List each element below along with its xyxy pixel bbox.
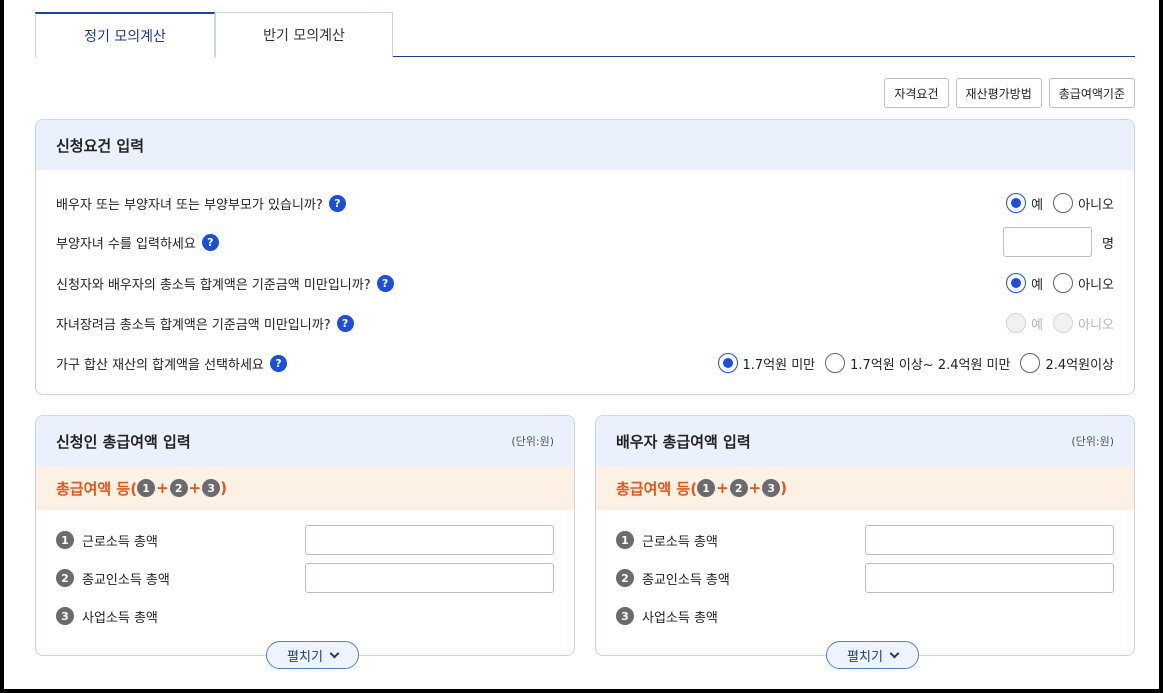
radio-disabled-icon [1006,313,1027,333]
question-row-dependents: 배우자 또는 부양자녀 또는 부양부모가 있습니까? ? 예 아니오 [56,190,1114,216]
radio-property-1-7-to-2-4[interactable]: 1.7억원 이상~ 2.4억원 미만 [825,353,1010,373]
income-row-religious: 2 종교인소득 총액 [616,563,1114,593]
unit-label: (단위:원) [1071,435,1114,448]
labor-income-input[interactable] [865,525,1114,555]
unit-label: (단위:원) [511,435,554,448]
question-label: 배우자 또는 부양자녀 또는 부양부모가 있습니까? [56,197,323,213]
number-1-badge: 1 [697,479,716,497]
radio-no-disabled: 아니오 [1053,313,1114,333]
applicant-income-header: 신청인 총급여액 입력 (단위:원) [36,416,574,466]
child-count-input[interactable] [1003,227,1093,257]
applicant-expand-button[interactable]: 펼치기 [266,641,359,669]
spouse-total-bar: 총급여액 등( 1 + 2 + 3 ) [596,466,1134,510]
requirements-title: 신청요건 입력 [56,136,145,155]
help-icon[interactable]: ? [336,314,354,332]
tab-half-year-simulation[interactable]: 반기 모의계산 [215,12,393,57]
radio-yes[interactable]: 예 [1006,193,1043,213]
radio-disabled-icon [1053,313,1074,333]
applicant-income-title: 신청인 총급여액 입력 [56,432,191,451]
radio-no[interactable]: 아니오 [1053,273,1114,293]
radio-no[interactable]: 아니오 [1053,193,1114,213]
radio-property-under-1-7[interactable]: 1.7억원 미만 [717,353,815,373]
info-button-group: 자격요건 재산평가방법 총급여액기준 [884,78,1135,108]
number-3-badge: 3 [202,479,221,497]
requirements-header: 신청요건 입력 [36,120,1134,170]
income-row-religious: 2 종교인소득 총액 [56,563,554,593]
number-2-badge: 2 [616,569,634,587]
applicant-total-bar: 총급여액 등( 1 + 2 + 3 ) [36,466,574,510]
question-row-child-count: 부양자녀 수를 입력하세요 ? 명 [56,226,1114,258]
number-2-badge: 2 [169,479,188,497]
number-2-badge: 2 [56,569,74,587]
question-row-property: 가구 합산 재산의 합계액을 선택하세요 ? 1.7억원 미만 1.7억원 이상… [56,350,1114,376]
total-salary-criteria-button[interactable]: 총급여액기준 [1048,78,1135,108]
spouse-income-panel: 배우자 총급여액 입력 (단위:원) 총급여액 등( 1 + 2 + 3 ) 1… [595,415,1135,656]
question-label: 가구 합산 재산의 합계액을 선택하세요 [56,357,264,373]
unit-label: 명 [1102,236,1114,252]
help-icon[interactable]: ? [201,233,219,251]
radio-group: 예 아니오 [1006,193,1114,213]
help-icon[interactable]: ? [328,194,346,212]
help-icon[interactable]: ? [269,354,287,372]
question-label: 자녀장려금 총소득 합계액은 기준금액 미만입니까? [56,317,331,333]
labor-income-input[interactable] [305,525,554,555]
income-row-business: 3 사업소득 총액 [616,601,1114,631]
help-icon[interactable]: ? [376,274,394,292]
religious-income-input[interactable] [865,563,1114,593]
radio-yes-disabled: 예 [1006,313,1043,333]
radio-yes[interactable]: 예 [1006,273,1043,293]
property-valuation-button[interactable]: 재산평가방법 [955,78,1042,108]
radio-group: 예 아니오 [1006,273,1114,293]
number-2-badge: 2 [729,479,748,497]
chevron-down-icon [889,648,900,658]
income-row-business: 3 사업소득 총액 [56,601,554,631]
radio-group-property: 1.7억원 미만 1.7억원 이상~ 2.4억원 미만 2.4억원이상 [717,353,1114,373]
radio-checked-icon [1006,193,1027,213]
radio-property-over-2-4[interactable]: 2.4억원이상 [1020,353,1114,373]
question-label: 부양자녀 수를 입력하세요 [56,236,196,252]
tab-regular-simulation[interactable]: 정기 모의계산 [35,12,215,58]
radio-checked-icon [1006,273,1027,293]
number-1-badge: 1 [616,531,634,549]
number-1-badge: 1 [56,531,74,549]
income-row-labor: 1 근로소득 총액 [56,525,554,555]
applicant-income-panel: 신청인 총급여액 입력 (단위:원) 총급여액 등( 1 + 2 + 3 ) 1… [35,415,575,656]
number-3-badge: 3 [616,607,634,625]
religious-income-input[interactable] [305,563,554,593]
question-row-income-sum: 신청자와 배우자의 총소득 합계액은 기준금액 미만입니까? ? 예 아니오 [56,270,1114,296]
radio-group-disabled: 예 아니오 [1006,313,1114,333]
question-label: 신청자와 배우자의 총소득 합계액은 기준금액 미만입니까? [56,277,371,293]
radio-unchecked-icon [1020,353,1041,373]
radio-checked-icon [717,353,738,373]
spouse-expand-button[interactable]: 펼치기 [826,641,919,669]
eligibility-button[interactable]: 자격요건 [884,78,949,108]
radio-unchecked-icon [1053,273,1074,293]
income-row-labor: 1 근로소득 총액 [616,525,1114,555]
chevron-down-icon [329,648,340,658]
tab-bar: 정기 모의계산 반기 모의계산 [35,12,1135,58]
number-3-badge: 3 [762,479,781,497]
spouse-income-header: 배우자 총급여액 입력 (단위:원) [596,416,1134,466]
number-1-badge: 1 [137,479,156,497]
radio-unchecked-icon [1053,193,1074,213]
question-row-child-incentive: 자녀장려금 총소득 합계액은 기준금액 미만입니까? ? 예 아니오 [56,310,1114,336]
radio-unchecked-icon [825,353,846,373]
requirements-panel: 신청요건 입력 배우자 또는 부양자녀 또는 부양부모가 있습니까? ? 예 아… [35,119,1135,395]
spouse-income-title: 배우자 총급여액 입력 [616,432,751,451]
number-3-badge: 3 [56,607,74,625]
